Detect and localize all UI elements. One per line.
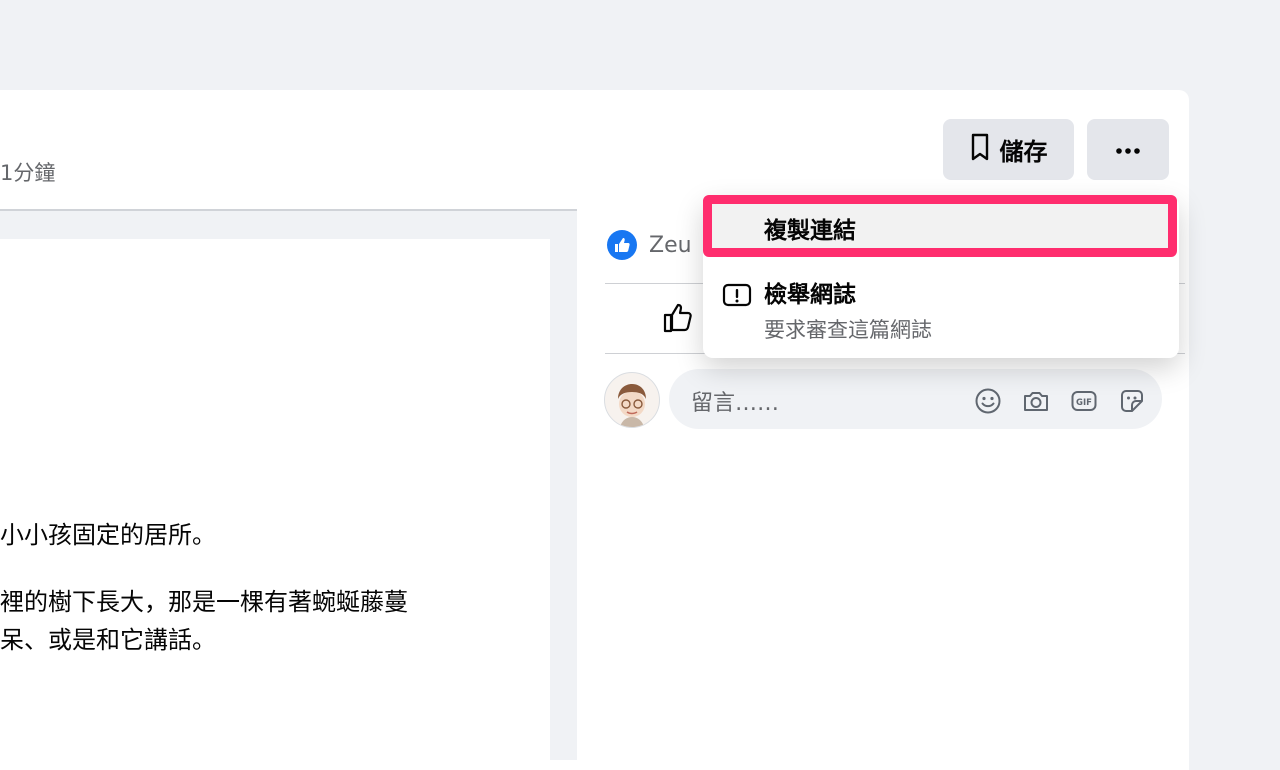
article-line-1: 小小孩固定的居所。 [0, 521, 216, 549]
reaction-name: Zeu [649, 232, 692, 258]
like-reaction-icon [607, 230, 637, 260]
post-timestamp[interactable]: 1分鐘 [0, 157, 55, 187]
article-line-3: 呆、或是和它講話。 [0, 626, 216, 654]
article-body [0, 239, 550, 760]
copy-link-menu-item[interactable]: 複製連結 [703, 195, 1177, 257]
report-note-menu-item[interactable]: 檢舉網誌 要求審查這篇網誌 [703, 268, 1179, 348]
gif-icon[interactable]: GIF [1070, 387, 1098, 415]
camera-icon[interactable] [1022, 387, 1050, 415]
user-avatar[interactable] [604, 372, 660, 428]
svg-text:GIF: GIF [1076, 398, 1092, 408]
comment-placeholder: 留言…… [691, 391, 780, 416]
save-button-label: 儲存 [999, 138, 1048, 166]
bookmark-icon [970, 133, 990, 167]
reaction-summary[interactable]: Zeu [607, 230, 692, 260]
thumbs-up-icon [662, 303, 696, 338]
more-options-button[interactable] [1087, 119, 1169, 180]
emoji-icon[interactable] [974, 387, 1002, 415]
copy-link-label: 複製連結 [764, 218, 856, 244]
article-line-2: 裡的樹下長大，那是一棵有著蜿蜒藤蔓 [0, 588, 408, 616]
report-icon [722, 282, 752, 314]
like-button[interactable] [662, 300, 696, 338]
report-note-label: 檢舉網誌 [764, 282, 856, 308]
report-note-description: 要求審查這篇網誌 [764, 318, 932, 342]
sticker-icon[interactable] [1118, 387, 1146, 415]
comment-input[interactable]: 留言…… GIF [669, 369, 1162, 429]
save-button[interactable]: 儲存 [943, 119, 1074, 180]
ellipsis-icon [1115, 140, 1141, 159]
